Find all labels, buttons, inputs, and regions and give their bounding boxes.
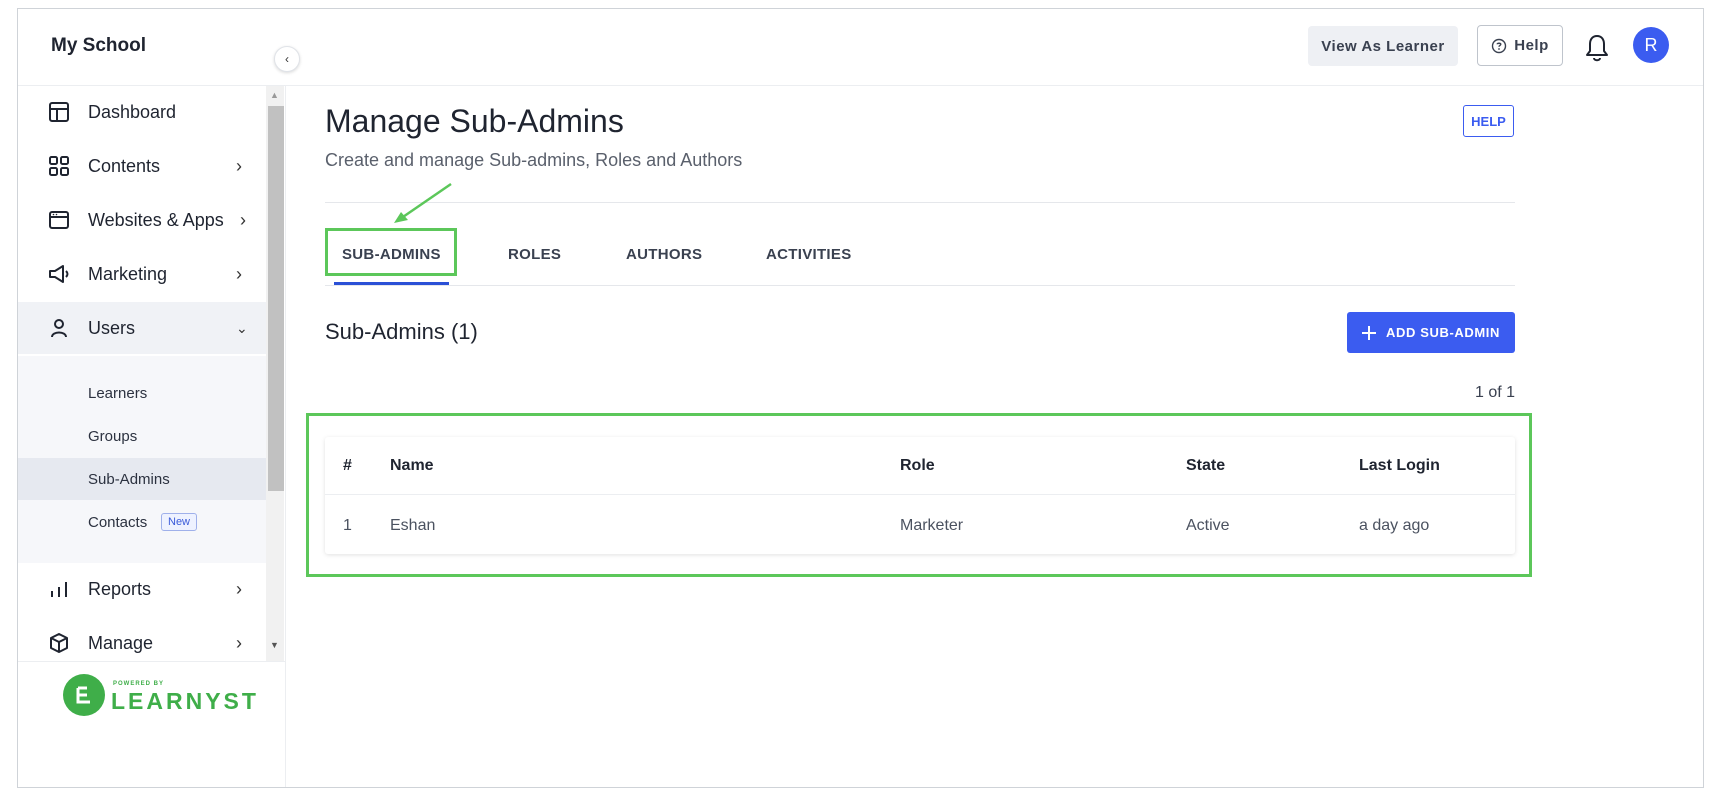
users-submenu: Learners Groups Sub-Admins Contacts New — [18, 356, 283, 563]
sidebar-item-label: Contents — [88, 155, 161, 176]
bell-icon[interactable] — [1584, 33, 1610, 63]
tab-roles[interactable]: ROLES — [508, 246, 561, 263]
sidebar-subitem-sub-admins[interactable]: Sub-Admins — [18, 458, 283, 500]
question-circle-icon — [1492, 38, 1507, 53]
bar-chart-icon — [46, 576, 72, 602]
sidebar-item-label: Manage — [88, 632, 154, 653]
dashboard-icon — [46, 99, 72, 125]
powered-by-label: POWERED BY — [113, 681, 165, 687]
sidebar-item-marketing[interactable]: Marketing › — [18, 248, 283, 300]
chevron-right-icon: › — [236, 155, 242, 176]
learnyst-logo-text: LEARNYST — [111, 688, 259, 714]
scroll-down-arrow-icon[interactable]: ▼ — [270, 640, 279, 650]
sidebar-item-label: Users — [88, 317, 136, 338]
cell-state: Active — [1186, 517, 1230, 534]
collapse-sidebar-button[interactable]: ‹ — [274, 46, 300, 72]
pagination-text: 1 of 1 — [1474, 384, 1515, 401]
sidebar-item-websites-apps[interactable]: Websites & Apps › — [18, 194, 283, 246]
add-sub-admin-button[interactable]: ADD SUB-ADMIN — [1347, 312, 1515, 353]
annotation-arrow-icon — [394, 182, 452, 223]
sidebar-subitem-label: Sub-Admins — [88, 470, 170, 488]
sidebar-subitem-learners[interactable]: Learners — [18, 372, 283, 414]
learnyst-logo-icon — [63, 674, 105, 716]
page-help-button[interactable]: HELP — [1463, 105, 1514, 137]
tab-activities[interactable]: ACTIVITIES — [766, 246, 852, 263]
user-icon — [46, 315, 72, 341]
column-header-role[interactable]: Role — [900, 457, 935, 475]
grid-icon — [46, 153, 72, 179]
sidebar-item-users[interactable]: Users ⌄ — [18, 302, 283, 354]
tabs-divider — [325, 285, 1515, 286]
chevron-down-icon: ⌄ — [236, 319, 248, 336]
chevron-right-icon: › — [240, 209, 246, 230]
section-title: Sub-Admins (1) — [325, 319, 478, 344]
chevron-right-icon: › — [236, 263, 242, 284]
add-sub-admin-label: ADD SUB-ADMIN — [1386, 325, 1500, 340]
view-as-learner-button[interactable]: View As Learner — [1308, 26, 1458, 66]
cell-number: 1 — [343, 517, 352, 534]
page-title: Manage Sub-Admins — [325, 103, 624, 139]
chevron-right-icon: › — [236, 578, 242, 599]
header-row-divider — [325, 494, 1515, 495]
tab-authors[interactable]: AUTHORS — [626, 246, 702, 263]
powered-by-footer: POWERED BY LEARNYST — [18, 661, 285, 787]
megaphone-icon — [46, 261, 72, 287]
cell-last-login: a day ago — [1359, 517, 1430, 534]
cell-name[interactable]: Eshan — [390, 517, 435, 535]
column-header-name[interactable]: Name — [390, 457, 434, 475]
sidebar: Dashboard Contents › Websites & Apps › M… — [18, 86, 285, 787]
sidebar-item-label: Marketing — [88, 263, 168, 284]
sidebar-item-label: Reports — [88, 578, 152, 599]
sidebar-item-dashboard[interactable]: Dashboard — [18, 86, 283, 138]
sidebar-subitem-label: Learners — [88, 384, 148, 402]
cell-role: Marketer — [900, 517, 964, 534]
sidebar-item-contents[interactable]: Contents › — [18, 140, 283, 192]
chevron-right-icon: › — [236, 632, 242, 653]
avatar[interactable]: R — [1633, 27, 1669, 63]
browser-icon — [46, 207, 72, 233]
main-content: Manage Sub-Admins Create and manage Sub-… — [285, 86, 1703, 787]
school-name[interactable]: My School — [51, 35, 146, 57]
sidebar-item-label: Websites & Apps — [88, 209, 224, 230]
header-divider — [325, 202, 1515, 203]
sidebar-item-label: Dashboard — [88, 101, 177, 122]
new-badge: New — [161, 513, 198, 531]
help-button[interactable]: Help — [1477, 25, 1563, 66]
chevron-left-icon: ‹ — [285, 52, 289, 66]
column-header-number: # — [343, 457, 352, 474]
column-header-state[interactable]: State — [1186, 457, 1225, 475]
sidebar-subitem-label: Groups — [88, 427, 138, 445]
page-subtitle: Create and manage Sub-admins, Roles and … — [325, 150, 743, 170]
sidebar-subitem-label: Contacts — [88, 513, 148, 531]
plus-icon — [1362, 325, 1377, 340]
box-icon — [46, 630, 72, 656]
sidebar-subitem-contacts[interactable]: Contacts New — [18, 501, 283, 543]
scrollbar-thumb[interactable] — [268, 106, 284, 491]
top-bar: My School View As Learner Help R — [18, 9, 1703, 86]
scroll-up-arrow-icon[interactable]: ▲ — [270, 90, 279, 100]
sub-admins-table: # Name Role State Last Login 1 Eshan Mar… — [325, 437, 1515, 554]
sidebar-subitem-groups[interactable]: Groups — [18, 415, 283, 457]
sidebar-scrollbar[interactable]: ▲ ▼ — [266, 86, 284, 661]
tab-sub-admins[interactable]: SUB-ADMINS — [342, 246, 441, 263]
help-button-label: Help — [1514, 37, 1549, 54]
column-header-last-login[interactable]: Last Login — [1359, 457, 1440, 475]
sidebar-item-reports[interactable]: Reports › — [18, 563, 283, 615]
app-window: My School View As Learner Help R Dashboa… — [17, 8, 1704, 788]
